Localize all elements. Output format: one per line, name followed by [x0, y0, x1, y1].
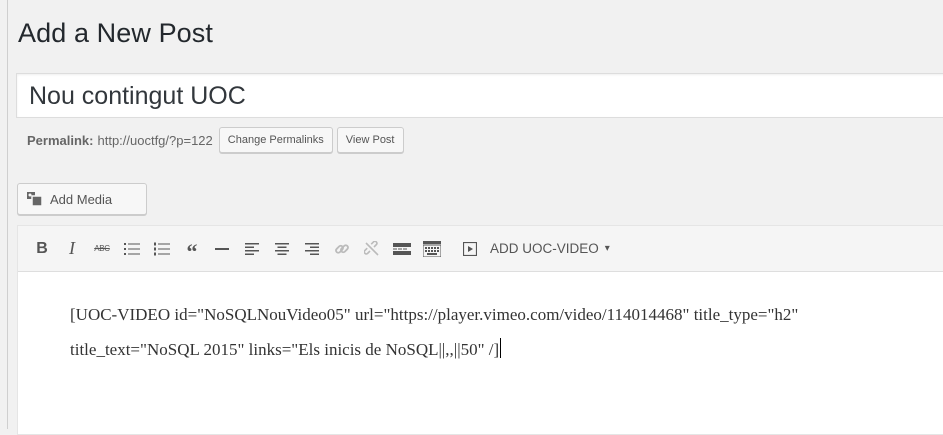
chevron-down-icon: ▾ [604, 243, 610, 254]
toolbar-toggle-icon[interactable] [420, 237, 444, 261]
post-title-field[interactable] [16, 73, 943, 118]
link-icon[interactable] [330, 237, 354, 261]
permalink-url[interactable]: http://uoctfg/?p=122 [97, 133, 212, 148]
add-uoc-video-label: ADD UOC-VIDEO [490, 241, 599, 256]
add-media-label: Add Media [50, 191, 113, 207]
bold-icon[interactable]: B [30, 237, 54, 261]
editor-toolbar: B I ABC “ ADD UOC-VIDEO ▾ [18, 226, 943, 272]
bullet-list-icon[interactable] [120, 237, 144, 261]
post-editor-page: Add a New Post Permalink: http://uoctfg/… [0, 0, 943, 435]
strikethrough-icon[interactable]: ABC [90, 237, 114, 261]
editor-content[interactable]: [UOC-VIDEO id="NoSQLNouVideo05" url="htt… [18, 273, 943, 367]
add-uoc-video-dropdown[interactable]: ADD UOC-VIDEO ▾ [458, 237, 610, 261]
read-more-icon[interactable] [390, 237, 414, 261]
blockquote-icon[interactable]: “ [180, 234, 204, 264]
unlink-icon[interactable] [360, 237, 384, 261]
change-permalinks-button[interactable]: Change Permalinks [218, 127, 333, 153]
add-media-button[interactable]: Add Media [17, 183, 147, 215]
editor: B I ABC “ ADD UOC-VIDEO ▾ [UOC-VIDEO id=… [17, 225, 943, 435]
permalink-label: Permalink: [27, 132, 94, 148]
left-border [7, 0, 8, 429]
post-title-input[interactable] [29, 80, 929, 112]
horizontal-line-icon[interactable] [210, 237, 234, 261]
page-title: Add a New Post [18, 18, 214, 48]
align-center-icon[interactable] [270, 237, 294, 261]
permalink-row: Permalink: http://uoctfg/?p=122 Change P… [27, 126, 408, 154]
text-cursor [500, 338, 502, 358]
shortcode-text: [UOC-VIDEO id="NoSQLNouVideo05" url="htt… [70, 305, 799, 359]
add-media-icon [27, 192, 43, 207]
align-right-icon[interactable] [300, 237, 324, 261]
video-icon [458, 237, 482, 261]
align-left-icon[interactable] [240, 237, 264, 261]
view-post-button[interactable]: View Post [336, 127, 404, 153]
italic-icon[interactable]: I [60, 237, 84, 261]
numbered-list-icon[interactable] [150, 237, 174, 261]
